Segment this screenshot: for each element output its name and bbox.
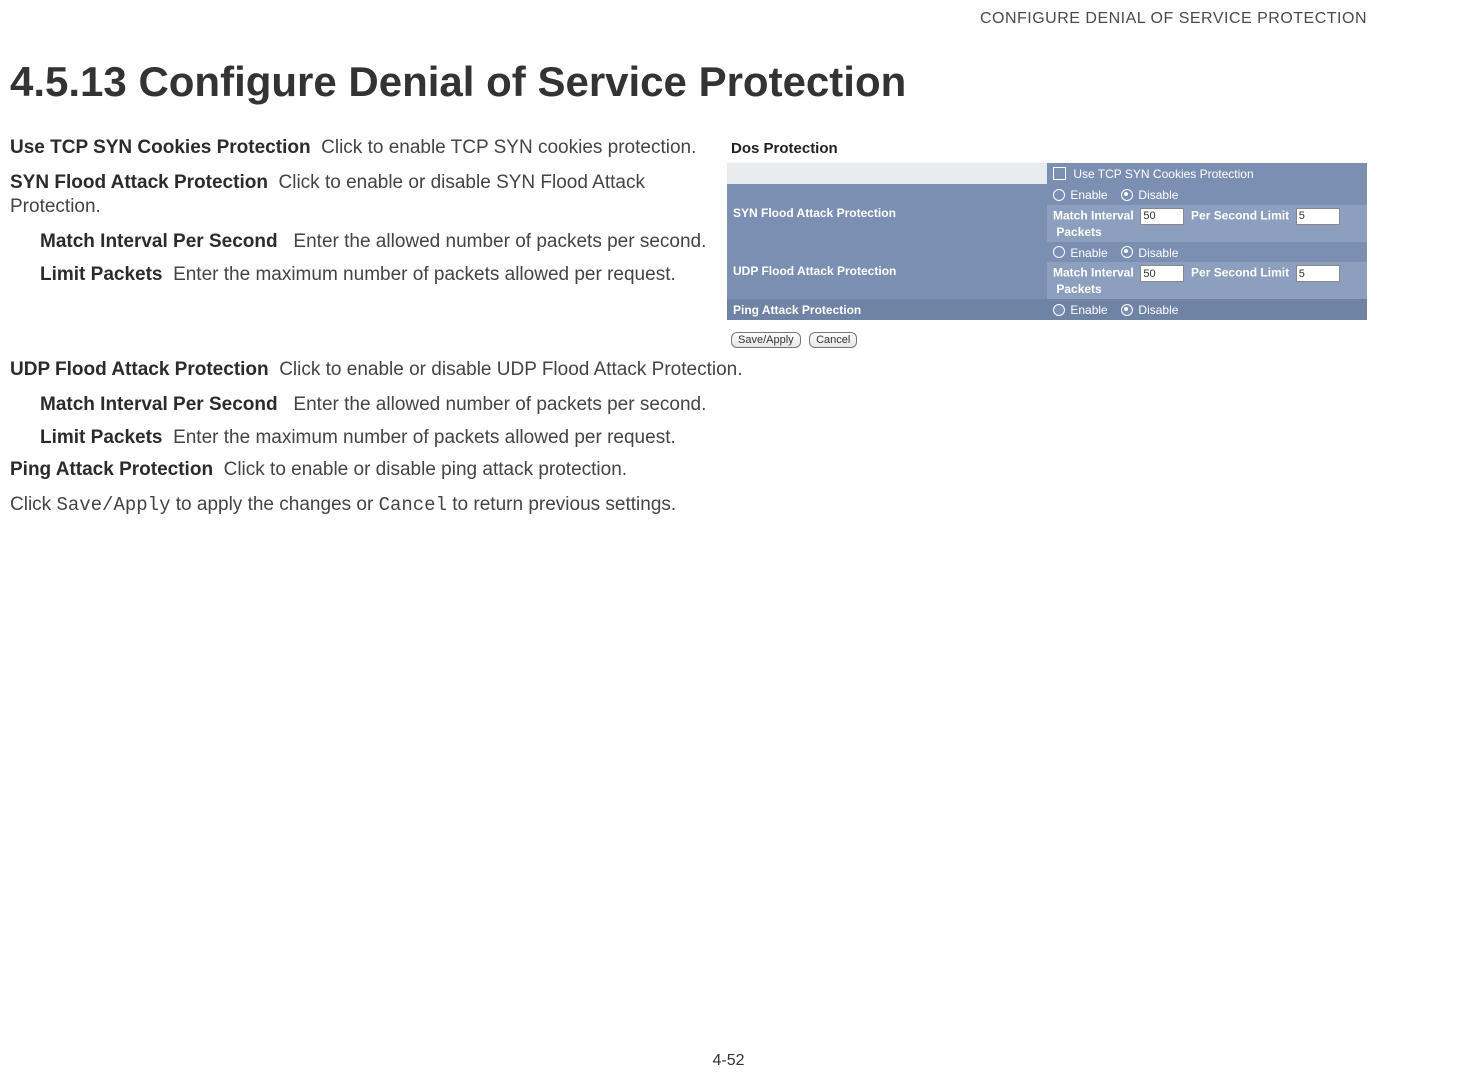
radio-ping-enable[interactable]: [1053, 304, 1065, 316]
label-udp-packets: Packets: [1056, 282, 1101, 296]
def-ping: Ping Attack Protection Click to enable o…: [10, 458, 1367, 483]
row-syn-cookies: Use TCP SYN Cookies Protection: [727, 163, 1367, 184]
section-heading: 4.5.13 Configure Denial of Service Prote…: [10, 58, 1367, 106]
label-syn-packets: Packets: [1056, 225, 1101, 239]
term-syn-flood: SYN Flood Attack Protection: [10, 172, 268, 193]
desc-match-interval-2: Enter the allowed number of packets per …: [293, 394, 706, 415]
term-limit-packets: Limit Packets: [40, 264, 163, 285]
desc-limit-packets-2: Enter the maximum number of packets allo…: [173, 427, 676, 448]
label-udp-match-interval: Match Interval: [1053, 266, 1134, 280]
desc-match-interval: Enter the allowed number of packets per …: [293, 231, 706, 252]
label-syn-disable: Disable: [1138, 188, 1178, 202]
closing-sentence: Click Save/Apply to apply the changes or…: [10, 493, 1367, 518]
closing-pre: Click: [10, 494, 56, 515]
label-ping-disable: Disable: [1138, 303, 1178, 317]
radio-udp-enable[interactable]: [1053, 246, 1065, 258]
input-udp-limit[interactable]: [1296, 265, 1340, 282]
dos-protection-table: Use TCP SYN Cookies Protection SYN Flood…: [727, 163, 1367, 320]
label-syn-cookies: Use TCP SYN Cookies Protection: [1073, 167, 1253, 181]
label-udp-enable: Enable: [1070, 245, 1107, 259]
subdef-limit-packets-2: Limit Packets Enter the maximum number o…: [40, 426, 1367, 451]
row-syn-flood-header: SYN Flood Attack Protection Enable Disab…: [727, 184, 1367, 205]
checkbox-syn-cookies[interactable]: [1053, 167, 1066, 180]
cancel-button[interactable]: Cancel: [809, 332, 857, 348]
subdef-match-interval: Match Interval Per Second Enter the allo…: [40, 230, 707, 255]
figure-title: Dos Protection: [731, 140, 1367, 157]
closing-save-apply: Save/Apply: [56, 494, 170, 516]
term-ping: Ping Attack Protection: [10, 459, 213, 480]
screenshot-figure: Dos Protection Use TCP SYN Cookies Prote…: [727, 136, 1367, 348]
row-ping: Ping Attack Protection Enable Disable: [727, 299, 1367, 320]
term-match-interval-2: Match Interval Per Second: [40, 394, 278, 415]
desc-ping: Click to enable or disable ping attack p…: [224, 459, 627, 480]
input-syn-match-interval[interactable]: [1140, 208, 1184, 225]
term-udp-flood: UDP Flood Attack Protection: [10, 359, 269, 380]
radio-syn-enable[interactable]: [1053, 189, 1065, 201]
page-number: 4-52: [0, 1052, 1457, 1070]
closing-mid: to apply the changes or: [170, 494, 378, 515]
subdef-match-interval-2: Match Interval Per Second Enter the allo…: [40, 393, 1367, 418]
radio-syn-disable[interactable]: [1121, 189, 1133, 201]
label-udp-per-second: Per Second Limit: [1191, 266, 1289, 280]
term-match-interval: Match Interval Per Second: [40, 231, 278, 252]
closing-cancel: Cancel: [379, 494, 447, 516]
label-udp-disable: Disable: [1138, 245, 1178, 259]
label-syn-per-second: Per Second Limit: [1191, 208, 1289, 222]
label-syn-flood-row: SYN Flood Attack Protection: [727, 184, 1047, 242]
label-ping-enable: Enable: [1070, 303, 1107, 317]
input-udp-match-interval[interactable]: [1140, 265, 1184, 282]
desc-udp-flood: Click to enable or disable UDP Flood Att…: [279, 359, 742, 380]
label-ping-row: Ping Attack Protection: [727, 299, 1047, 320]
radio-udp-disable[interactable]: [1121, 246, 1133, 258]
label-syn-enable: Enable: [1070, 188, 1107, 202]
running-header: CONFIGURE DENIAL OF SERVICE PROTECTION: [10, 10, 1367, 28]
def-tcp-syn-cookies: Use TCP SYN Cookies Protection Click to …: [10, 136, 707, 161]
label-syn-match-interval: Match Interval: [1053, 208, 1134, 222]
def-syn-flood: SYN Flood Attack Protection Click to ena…: [10, 171, 707, 220]
radio-ping-disable[interactable]: [1121, 304, 1133, 316]
desc-tcp-syn-cookies: Click to enable TCP SYN cookies protecti…: [321, 137, 696, 158]
desc-limit-packets: Enter the maximum number of packets allo…: [173, 264, 676, 285]
term-limit-packets-2: Limit Packets: [40, 427, 163, 448]
save-apply-button[interactable]: Save/Apply: [731, 332, 801, 348]
input-syn-limit[interactable]: [1296, 208, 1340, 225]
row-udp-flood-header: UDP Flood Attack Protection Enable Disab…: [727, 242, 1367, 263]
def-udp-flood: UDP Flood Attack Protection Click to ena…: [10, 358, 1367, 383]
label-udp-flood-row: UDP Flood Attack Protection: [727, 242, 1047, 300]
term-tcp-syn-cookies: Use TCP SYN Cookies Protection: [10, 137, 311, 158]
closing-post: to return previous settings.: [447, 494, 676, 515]
subdef-limit-packets: Limit Packets Enter the maximum number o…: [40, 263, 707, 288]
